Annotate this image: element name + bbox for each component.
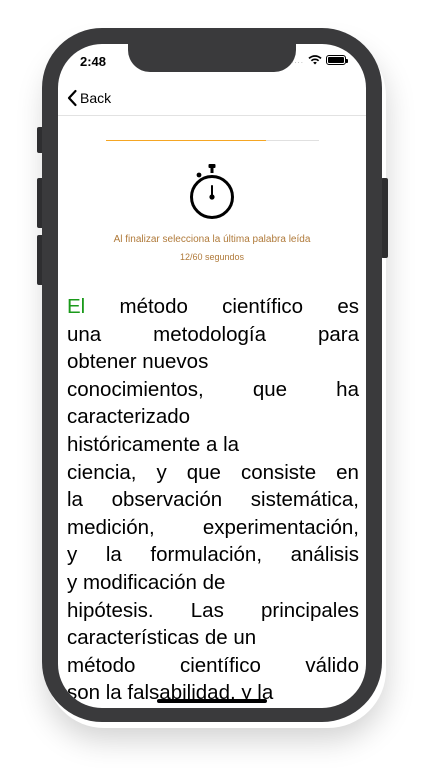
reading-line[interactable]: conocimientos, que ha [67,376,359,404]
wifi-icon [308,55,322,65]
word[interactable]: que [253,376,287,404]
home-indicator[interactable] [157,699,267,703]
status-icons: .... [291,55,348,65]
word[interactable]: para [318,321,359,349]
word[interactable]: observación [112,486,223,514]
signal-icon: .... [291,55,304,65]
stopwatch-icon [190,164,234,219]
word[interactable]: método [67,652,135,680]
word[interactable]: ciencia, [67,459,137,487]
timer-counter: 12/60 segundos [179,252,245,262]
back-button[interactable]: Back [66,89,111,107]
instruction-text: Al finalizar selecciona la última palabr… [113,234,311,245]
reading-text: El método científico es una metodología pa… [67,293,359,707]
word[interactable]: válido [305,652,359,680]
word[interactable]: y [157,459,167,487]
power-button [381,178,388,258]
word[interactable]: consiste [241,459,316,487]
reading-line[interactable]: método científico válido [67,652,359,680]
word[interactable]: la [106,541,122,569]
word[interactable]: sistemática, [251,486,359,514]
word[interactable]: método [120,293,188,321]
word[interactable]: experimentación, [203,514,359,542]
reading-line: El método científico es [67,293,359,321]
navigation-bar: Back [58,84,366,116]
reading-line[interactable]: una metodología para [67,321,359,349]
word[interactable]: la [67,486,83,514]
reading-line[interactable]: hipótesis. Las principales [67,597,359,625]
word[interactable]: principales [261,597,359,625]
status-time: 2:48 [80,54,107,69]
back-label: Back [80,90,112,106]
reading-line[interactable]: medición, experimentación, [67,514,359,542]
word[interactable]: hipótesis. [67,597,154,625]
screen: 2:48 .... Back Al finalizar selecciona l… [58,44,366,708]
word[interactable]: es [337,293,359,321]
word[interactable]: formulación, [150,541,262,569]
word[interactable]: ha [336,376,359,404]
word[interactable]: análisis [291,541,359,569]
reading-line[interactable]: históricamente a la [67,431,359,459]
word[interactable]: Las [191,597,224,625]
word[interactable]: metodología [153,321,266,349]
word[interactable]: científico [180,652,261,680]
reading-line[interactable]: y la formulación, análisis [67,541,359,569]
word[interactable]: medición, [67,514,155,542]
word[interactable]: conocimientos, [67,376,204,404]
word[interactable]: en [336,459,359,487]
reading-line[interactable]: ciencia, y que consiste en [67,459,359,487]
progress-fill [106,140,266,141]
reading-progress-bar [106,140,319,141]
reading-line[interactable]: caracterizado [67,403,359,431]
current-word[interactable]: El [67,293,85,321]
word[interactable]: y [67,541,77,569]
word[interactable]: una [67,321,101,349]
notch [128,44,296,72]
reading-line[interactable]: la observación sistemática, [67,486,359,514]
reading-line[interactable]: características de un [67,624,359,652]
chevron-left-icon [67,89,77,107]
reading-line[interactable]: y modificación de [67,569,359,597]
reading-line[interactable]: obtener nuevos [67,348,359,376]
word[interactable]: científico [222,293,303,321]
word[interactable]: que [187,459,221,487]
battery-icon [326,55,348,65]
